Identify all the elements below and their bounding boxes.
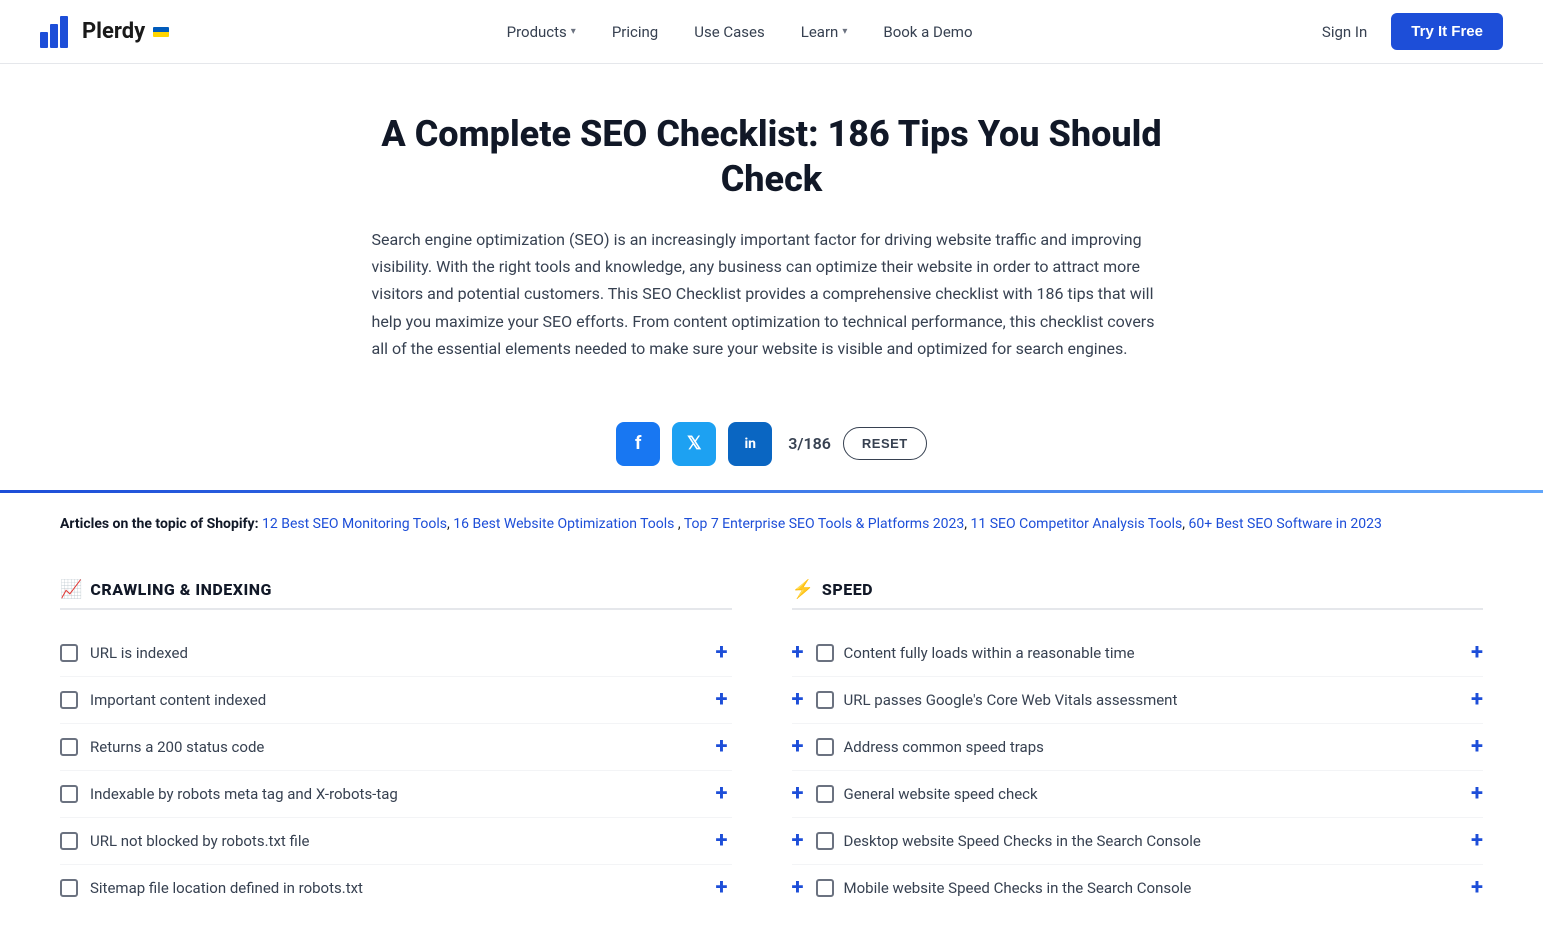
expand-url-indexed[interactable]: + [712,642,732,664]
item-label-content-loads: Content fully loads within a reasonable … [844,644,1460,662]
expand-robots-txt[interactable]: + [712,830,732,852]
expand-robots-meta[interactable]: + [712,783,732,805]
item-label-mobile-speed: Mobile website Speed Checks in the Searc… [844,879,1460,897]
reset-button[interactable]: RESET [843,427,927,460]
logo-icon [40,16,76,48]
facebook-share-button[interactable]: f [616,422,660,466]
nav-use-cases[interactable]: Use Cases [680,15,779,49]
expand-speed-3-left[interactable]: + [792,736,816,758]
expand-sitemap[interactable]: + [712,877,732,899]
checkbox-core-web-vitals[interactable] [816,691,834,709]
twitter-icon: 𝕏 [687,433,702,454]
linkedin-share-button[interactable]: in [728,422,772,466]
twitter-share-button[interactable]: 𝕏 [672,422,716,466]
item-label-200-status: Returns a 200 status code [90,738,700,756]
crawling-icon: 📈 [60,579,82,600]
articles-label: Articles on the topic of Shopify: [60,516,259,532]
header-actions: Sign In Try It Free [1310,13,1503,50]
linkedin-icon: in [744,436,756,452]
expand-200-status[interactable]: + [712,736,732,758]
speed-item-2: + URL passes Google's Core Web Vitals as… [792,677,1484,724]
facebook-icon: f [635,433,641,454]
checkbox-important-content[interactable] [60,691,78,709]
crawling-section-title: CRAWLING & INDEXING [90,580,271,599]
expand-speed-1-right[interactable]: + [1459,642,1483,664]
logo[interactable]: Plerdy [40,16,169,48]
logo-text: Plerdy [82,19,145,44]
checkbox-robots-meta[interactable] [60,785,78,803]
item-label-general-speed: General website speed check [844,785,1460,803]
article-link-2[interactable]: 16 Best Website Optimization Tools [453,516,674,532]
article-link-5[interactable]: 60+ Best SEO Software in 2023 [1188,516,1381,532]
checkbox-robots-txt[interactable] [60,832,78,850]
crawling-item-3: Returns a 200 status code + [60,724,732,771]
hero-section: A Complete SEO Checklist: 186 Tips You S… [322,64,1222,394]
speed-item-1: + Content fully loads within a reasonabl… [792,630,1484,677]
nav-pricing[interactable]: Pricing [598,15,672,49]
crawling-item-4: Indexable by robots meta tag and X-robot… [60,771,732,818]
speed-item-6: + Mobile website Speed Checks in the Sea… [792,865,1484,911]
expand-speed-1-left[interactable]: + [792,642,816,664]
crawling-indexing-section: 📈 CRAWLING & INDEXING URL is indexed + I… [60,579,772,911]
item-label-important-content: Important content indexed [90,691,700,709]
nav-book-demo[interactable]: Book a Demo [869,15,986,49]
article-link-4[interactable]: 11 SEO Competitor Analysis Tools [971,516,1183,532]
article-link-3[interactable]: Top 7 Enterprise SEO Tools & Platforms 2… [684,516,964,532]
checkbox-desktop-speed[interactable] [816,832,834,850]
checkbox-200-status[interactable] [60,738,78,756]
checkbox-general-speed[interactable] [816,785,834,803]
expand-speed-4-right[interactable]: + [1459,783,1483,805]
chevron-down-icon: ▾ [571,26,576,37]
articles-bar: Articles on the topic of Shopify: 12 Bes… [0,493,1543,555]
item-label-url-indexed: URL is indexed [90,644,700,662]
expand-speed-4-left[interactable]: + [792,783,816,805]
speed-section-header: ⚡ SPEED [792,579,1484,610]
article-link-1[interactable]: 12 Best SEO Monitoring Tools [262,516,447,532]
try-free-button[interactable]: Try It Free [1391,13,1503,50]
nav-learn[interactable]: Learn ▾ [787,15,862,49]
item-label-speed-traps: Address common speed traps [844,738,1460,756]
item-label-robots-txt: URL not blocked by robots.txt file [90,832,700,850]
checkbox-mobile-speed[interactable] [816,879,834,897]
page-title: A Complete SEO Checklist: 186 Tips You S… [362,112,1182,202]
social-bar: f 𝕏 in 3/186 RESET [0,394,1543,490]
expand-important-content[interactable]: + [712,689,732,711]
main-content: 📈 CRAWLING & INDEXING URL is indexed + I… [0,555,1543,935]
nav-products[interactable]: Products ▾ [493,15,590,49]
speed-section: ⚡ SPEED + Content fully loads within a r… [772,579,1484,911]
main-nav: Products ▾ Pricing Use Cases Learn ▾ Boo… [493,15,987,49]
crawling-item-6: Sitemap file location defined in robots.… [60,865,732,911]
checkbox-content-loads[interactable] [816,644,834,662]
speed-item-4: + General website speed check + [792,771,1484,818]
chevron-down-icon-learn: ▾ [842,26,847,37]
expand-speed-2-left[interactable]: + [792,689,816,711]
expand-speed-3-right[interactable]: + [1459,736,1483,758]
checkbox-sitemap[interactable] [60,879,78,897]
item-label-core-web-vitals: URL passes Google's Core Web Vitals asse… [844,691,1460,709]
speed-icon: ⚡ [792,579,814,600]
crawling-item-1: URL is indexed + [60,630,732,677]
item-label-sitemap: Sitemap file location defined in robots.… [90,879,700,897]
crawling-section-header: 📈 CRAWLING & INDEXING [60,579,732,610]
speed-section-title: SPEED [822,580,873,599]
checkbox-speed-traps[interactable] [816,738,834,756]
speed-item-5: + Desktop website Speed Checks in the Se… [792,818,1484,865]
expand-speed-6-left[interactable]: + [792,877,816,899]
sign-in-button[interactable]: Sign In [1310,15,1379,49]
crawling-item-2: Important content indexed + [60,677,732,724]
expand-speed-6-right[interactable]: + [1459,877,1483,899]
crawling-item-5: URL not blocked by robots.txt file + [60,818,732,865]
checkbox-url-indexed[interactable] [60,644,78,662]
expand-speed-5-right[interactable]: + [1459,830,1483,852]
item-label-robots-meta: Indexable by robots meta tag and X-robot… [90,785,700,803]
expand-speed-2-right[interactable]: + [1459,689,1483,711]
hero-description: Search engine optimization (SEO) is an i… [372,226,1172,362]
ukraine-flag [153,27,169,37]
header: Plerdy Products ▾ Pricing Use Cases Lear… [0,0,1543,64]
speed-item-3: + Address common speed traps + [792,724,1484,771]
checklist-counter: 3/186 [788,434,831,453]
expand-speed-5-left[interactable]: + [792,830,816,852]
item-label-desktop-speed: Desktop website Speed Checks in the Sear… [844,832,1460,850]
